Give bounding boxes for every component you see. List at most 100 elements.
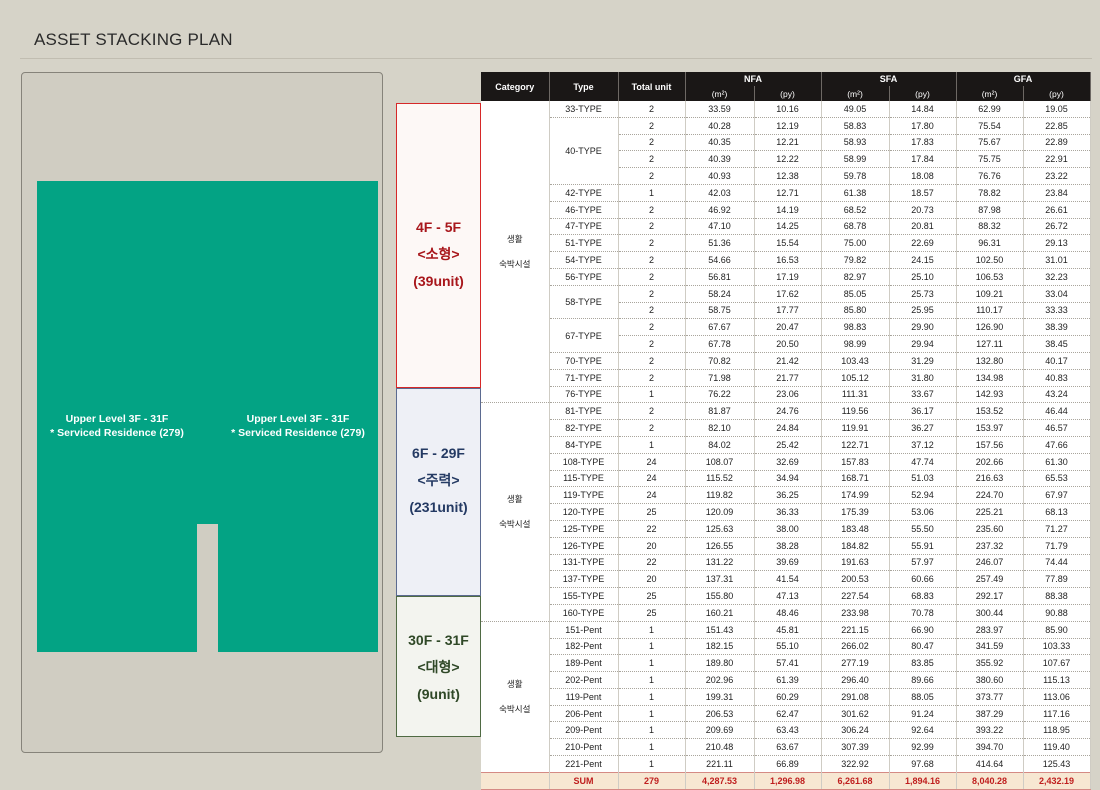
type-cell: 189-Pent [549, 654, 619, 673]
area-cell: 22.91 [1023, 150, 1091, 169]
table-row: 210-Pent 1 210.48 63.67 307.39 92.99 394.70 119… [481, 738, 1091, 757]
area-cell: 98.83 [821, 318, 890, 337]
area-cell: 46.44 [1023, 402, 1091, 421]
unit-count-cell: 2 [618, 302, 686, 320]
header-nfa-py: (py) [754, 86, 822, 101]
area-cell: 235.60 [956, 520, 1024, 538]
area-cell: 40.35 [685, 134, 755, 152]
category-text: 숙박시설 [499, 703, 531, 714]
table-row: 160-TYPE 25 160.21 48.46 233.98 70.78 300.44 90… [481, 604, 1091, 622]
area-cell: 12.38 [754, 167, 822, 185]
table-row: 131-TYPE 22 131.22 39.69 191.63 57.97 246.07 74… [481, 554, 1091, 572]
area-cell: 84.02 [685, 436, 755, 454]
area-cell: 25.10 [889, 268, 957, 286]
table-row: 137-TYPE 20 137.31 41.54 200.53 60.66 257.49 77… [481, 570, 1091, 589]
area-cell: 125.43 [1023, 755, 1091, 773]
category-text: 숙박시설 [499, 519, 531, 530]
area-cell: 53.06 [889, 503, 957, 521]
unit-count-cell: 22 [618, 554, 686, 572]
unit-count-cell: 1 [618, 738, 686, 757]
type-cell: 125-TYPE [549, 520, 619, 538]
area-cell: 137.31 [685, 570, 755, 589]
unit-count-cell: 2 [618, 234, 686, 253]
area-cell: 36.33 [754, 503, 822, 521]
unit-count-cell: 25 [618, 587, 686, 605]
header-gfa-m2: (m²) [956, 86, 1024, 101]
area-cell: 49.05 [821, 101, 890, 118]
table-row: 58-TYPE 2 58.24 17.62 85.05 25.73 109.21 33.04 [481, 285, 1091, 320]
area-cell: 47.66 [1023, 436, 1091, 454]
area-cell: 12.19 [754, 117, 822, 135]
area-cell: 22.89 [1023, 134, 1091, 152]
area-cell: 142.93 [956, 386, 1024, 404]
table-row: 120-TYPE 25 120.09 36.33 175.39 53.06 225.21 68… [481, 503, 1091, 521]
area-cell: 393.22 [956, 721, 1024, 740]
area-cell: 38.00 [754, 520, 822, 538]
area-cell: 20.81 [889, 218, 957, 236]
type-cell: 82-TYPE [549, 419, 619, 437]
area-cell: 92.99 [889, 738, 957, 757]
area-cell: 40.93 [685, 167, 755, 185]
unit-count-cell: 2 [618, 134, 686, 152]
category-cell: 생활 숙박시설 [481, 402, 550, 622]
type-cell: 182-Pent [549, 638, 619, 656]
area-cell: 61.30 [1023, 453, 1091, 471]
area-cell: 55.50 [889, 520, 957, 538]
area-cell: 43.24 [1023, 386, 1091, 404]
unit-count-cell: 25 [618, 503, 686, 521]
area-cell: 98.99 [821, 335, 890, 353]
group-floor: 6F - 29F [412, 445, 465, 461]
area-cell: 75.67 [956, 134, 1024, 152]
type-cell: 206-Pent [549, 705, 619, 723]
sum-value: 1,296.98 [754, 771, 822, 790]
area-cell: 26.61 [1023, 201, 1091, 219]
area-cell: 17.80 [889, 117, 957, 135]
area-cell: 41.54 [754, 570, 822, 589]
area-cell: 24.76 [754, 402, 822, 421]
area-cell: 88.32 [956, 218, 1024, 236]
unit-count-cell: 1 [618, 386, 686, 404]
area-cell: 85.90 [1023, 621, 1091, 639]
area-cell: 47.13 [754, 587, 822, 605]
area-cell: 14.19 [754, 201, 822, 219]
unit-count-cell: 20 [618, 570, 686, 589]
unit-count-cell: 1 [618, 721, 686, 740]
area-cell: 31.01 [1023, 251, 1091, 269]
area-cell: 119.40 [1023, 738, 1091, 757]
area-cell: 14.25 [754, 218, 822, 236]
area-cell: 38.28 [754, 537, 822, 555]
table-row: 119-Pent 1 199.31 60.29 291.08 88.05 373.77 113… [481, 688, 1091, 706]
unit-count-cell: 2 [618, 335, 686, 353]
type-cell: 120-TYPE [549, 503, 619, 521]
area-cell: 76.76 [956, 167, 1024, 185]
type-cell: 84-TYPE [549, 436, 619, 454]
area-cell: 81.87 [685, 402, 755, 421]
area-cell: 206.53 [685, 705, 755, 723]
area-cell: 122.71 [821, 436, 890, 454]
area-cell: 227.54 [821, 587, 890, 605]
area-cell: 57.41 [754, 654, 822, 673]
area-cell: 91.24 [889, 705, 957, 723]
area-cell: 92.64 [889, 721, 957, 740]
unit-count-cell: 1 [618, 671, 686, 689]
area-cell: 300.44 [956, 604, 1024, 622]
area-cell: 355.92 [956, 654, 1024, 673]
area-cell: 66.89 [754, 755, 822, 773]
unit-count-cell: 1 [618, 705, 686, 723]
type-cell: 160-TYPE [549, 604, 619, 622]
area-cell: 103.33 [1023, 638, 1091, 656]
header-sfa: SFA [821, 72, 957, 86]
type-cell: 221-Pent [549, 755, 619, 773]
area-cell: 63.67 [754, 738, 822, 757]
area-cell: 25.42 [754, 436, 822, 454]
area-cell: 68.83 [889, 587, 957, 605]
area-cell: 89.66 [889, 671, 957, 689]
group-units: (39unit) [413, 273, 464, 289]
unit-count-cell: 1 [618, 621, 686, 639]
table-row: 생활 숙박시설 81-TYPE 2 81.87 24.76 119.56 36.17 153.5… [481, 402, 1091, 622]
type-cell: 151-Pent [549, 621, 619, 639]
area-cell: 70.82 [685, 352, 755, 370]
area-cell: 10.16 [754, 101, 822, 118]
area-cell: 151.43 [685, 621, 755, 639]
tower-right-label: Upper Level 3F - 31F * Serviced Residenc… [218, 412, 378, 440]
